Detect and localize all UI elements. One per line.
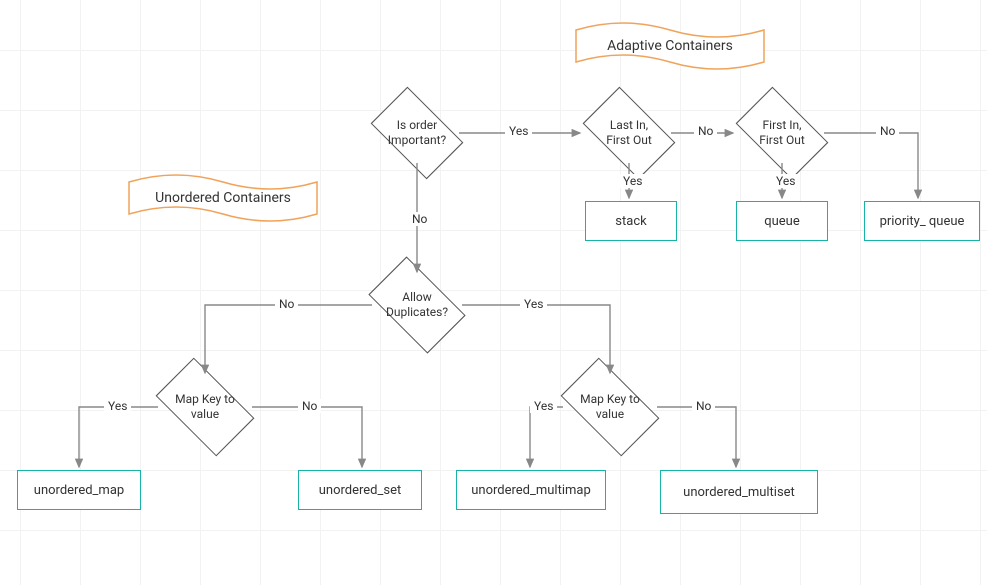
result-unordered-multiset-text: unordered_multiset — [683, 485, 795, 500]
decision-allow-dup: Allow Duplicates? — [379, 278, 455, 332]
result-priority-queue-text: priority_ queue — [880, 214, 965, 229]
result-unordered-set-text: unordered_set — [319, 483, 402, 498]
result-queue: queue — [736, 201, 828, 241]
flowchart-canvas: Adaptive Containers Unordered Containers… — [0, 0, 987, 585]
decision-map-right-text: Map Key to value — [571, 392, 649, 422]
edge-order-no: No — [408, 212, 431, 226]
result-priority-queue: priority_ queue — [864, 201, 980, 241]
edge-lifo-no: No — [694, 124, 717, 138]
edge-mapr-yes: Yes — [530, 399, 557, 413]
edge-mapl-yes: Yes — [104, 399, 131, 413]
result-queue-text: queue — [764, 214, 800, 229]
edge-dup-yes: Yes — [520, 297, 547, 311]
edge-mapr-no: No — [692, 399, 715, 413]
decision-fifo: First In, First Out — [746, 107, 818, 159]
result-unordered-multimap-text: unordered_multimap — [471, 483, 591, 498]
title-unordered-text: Unordered Containers — [155, 190, 291, 206]
decision-is-order-text: Is order Important? — [381, 118, 453, 148]
result-stack-text: stack — [615, 214, 646, 229]
edge-fifo-no: No — [876, 124, 899, 138]
edge-mapl-no: No — [298, 399, 321, 413]
decision-is-order: Is order Important? — [381, 107, 453, 159]
decision-lifo: Last In, First Out — [593, 107, 665, 159]
edge-dup-no: No — [275, 297, 298, 311]
edge-fifo-yes: Yes — [772, 174, 799, 188]
title-adaptive: Adaptive Containers — [575, 20, 765, 72]
decision-map-right: Map Key to value — [571, 380, 649, 434]
edge-order-yes: Yes — [505, 124, 532, 138]
result-unordered-map: unordered_map — [17, 470, 141, 510]
decision-fifo-text: First In, First Out — [746, 118, 818, 148]
result-unordered-multiset: unordered_multiset — [660, 470, 818, 514]
decision-map-left: Map Key to value — [166, 380, 244, 434]
decision-allow-dup-text: Allow Duplicates? — [379, 290, 455, 320]
result-unordered-set: unordered_set — [298, 470, 422, 510]
decision-map-left-text: Map Key to value — [166, 392, 244, 422]
result-unordered-multimap: unordered_multimap — [456, 470, 606, 510]
title-unordered: Unordered Containers — [128, 172, 318, 224]
result-unordered-map-text: unordered_map — [34, 483, 124, 498]
edge-lifo-yes: Yes — [619, 174, 646, 188]
title-adaptive-text: Adaptive Containers — [607, 38, 733, 54]
result-stack: stack — [585, 201, 677, 241]
decision-lifo-text: Last In, First Out — [593, 118, 665, 148]
